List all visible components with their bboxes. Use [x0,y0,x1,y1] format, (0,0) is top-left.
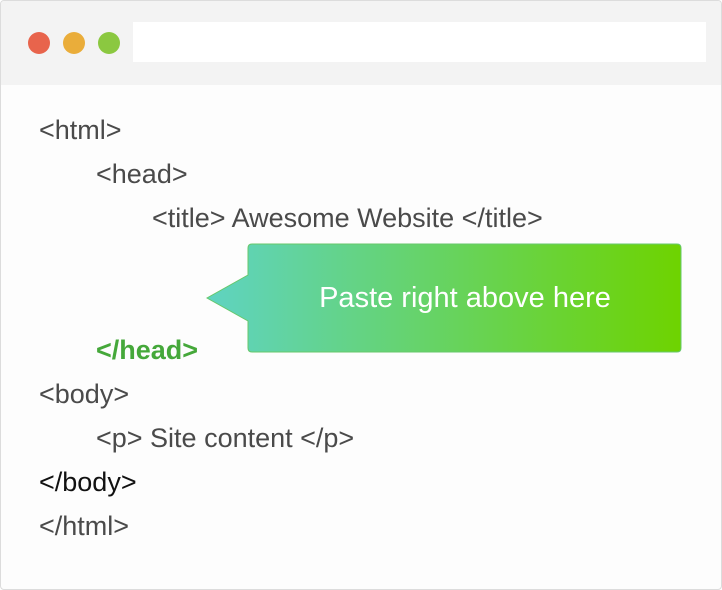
code-line-body-open: <body> [39,379,130,409]
maximize-window-button[interactable] [98,32,120,54]
browser-titlebar [1,1,721,85]
code-line-html-open: <html> [39,115,122,145]
browser-window: <html> <head> <title> Awesome Website </… [0,0,722,590]
code-line-html-close: </html> [39,511,130,541]
callout-text: Paste right above here [319,281,611,314]
code-line-body-close: </body> [39,467,137,497]
code-line-paragraph: <p> Site content </p> [96,423,355,453]
code-line-title: <title> Awesome Website </title> [152,203,543,233]
close-window-button[interactable] [28,32,50,54]
code-line-head-close: </head> [96,335,199,365]
minimize-window-button[interactable] [63,32,85,54]
paste-here-callout: Paste right above here [206,243,682,353]
code-line-head-open: <head> [96,159,188,189]
address-bar[interactable] [133,22,706,62]
